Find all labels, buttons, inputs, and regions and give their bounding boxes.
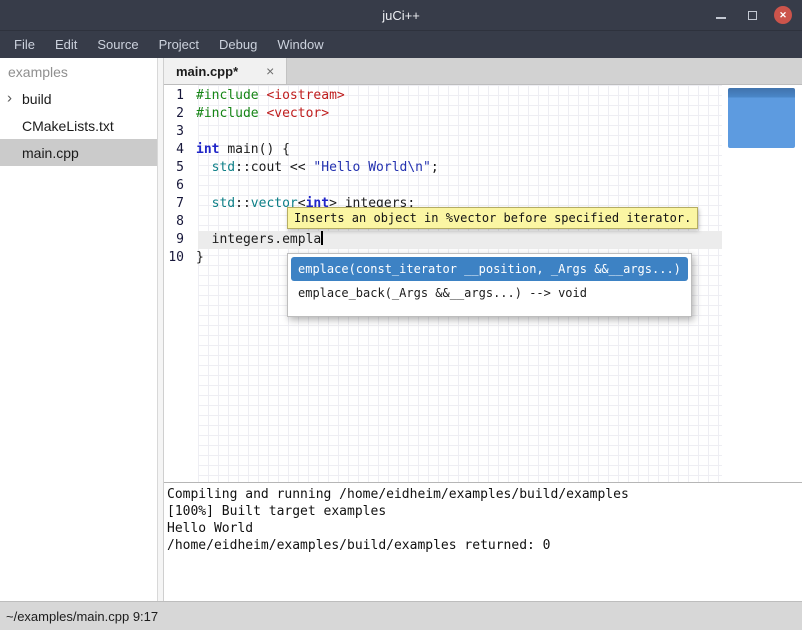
code-token: integers.empla: [196, 232, 321, 247]
menu-project[interactable]: Project: [149, 31, 209, 58]
line-number: 5: [164, 159, 191, 177]
file-tree-panel: examples › build CMakeLists.txt main.cpp: [0, 58, 157, 601]
code-text: [191, 177, 196, 195]
code-token: }: [196, 250, 204, 265]
code-token: [196, 196, 212, 211]
code-token: int: [196, 142, 219, 157]
code-token: cout: [251, 160, 282, 175]
text-cursor: [321, 231, 323, 245]
window-controls: ✕: [712, 0, 792, 30]
code-token: () {: [259, 142, 290, 157]
menu-window[interactable]: Window: [267, 31, 333, 58]
line-number: 8: [164, 213, 191, 231]
doc-tooltip: Inserts an object in %vector before spec…: [287, 207, 698, 229]
code-line[interactable]: 3: [164, 123, 802, 141]
completion-item[interactable]: emplace(const_iterator __position, _Args…: [291, 257, 688, 281]
tabbar: main.cpp* ×: [164, 58, 802, 85]
editor-scrollbar-thumb[interactable]: [728, 88, 795, 148]
line-number: 10: [164, 249, 191, 267]
code-text: std::cout << "Hello World\n";: [191, 159, 439, 177]
code-token: <<: [282, 160, 313, 175]
code-token: ::: [235, 160, 251, 175]
terminal-line: /home/eidheim/examples/build/examples re…: [167, 537, 802, 554]
code-line[interactable]: 4 int main() {: [164, 141, 802, 159]
line-number: 1: [164, 87, 191, 105]
pane-splitter[interactable]: [157, 58, 164, 601]
minimize-button[interactable]: [712, 6, 730, 24]
tree-item-cmakelists[interactable]: CMakeLists.txt: [0, 112, 157, 139]
menubar: File Edit Source Project Debug Window: [0, 30, 802, 58]
menu-debug[interactable]: Debug: [209, 31, 267, 58]
tree-item-main-cpp[interactable]: main.cpp: [0, 139, 157, 166]
code-text: int main() {: [191, 141, 290, 159]
code-line[interactable]: 2 #include <vector>: [164, 105, 802, 123]
code-token: std: [212, 160, 235, 175]
project-folder-label: examples: [0, 58, 157, 85]
tree-item-label: main.cpp: [22, 145, 79, 161]
menu-edit[interactable]: Edit: [45, 31, 87, 58]
menu-source[interactable]: Source: [87, 31, 148, 58]
line-number: 4: [164, 141, 191, 159]
close-icon: ✕: [779, 11, 787, 20]
code-line[interactable]: 5 std::cout << "Hello World\n";: [164, 159, 802, 177]
code-token: #include: [196, 106, 266, 121]
line-number: 3: [164, 123, 191, 141]
tree-item-label: build: [22, 91, 52, 107]
tree-item-build[interactable]: › build: [0, 85, 157, 112]
code-token: std: [212, 196, 235, 211]
code-lines: 1 #include <iostream> 2 #include <vector…: [164, 87, 802, 267]
titlebar: juCi++ ✕: [0, 0, 802, 30]
code-token: <vector>: [266, 106, 329, 121]
code-token: <iostream>: [266, 88, 344, 103]
completion-popup: emplace(const_iterator __position, _Args…: [287, 253, 692, 317]
code-line[interactable]: 1 #include <iostream>: [164, 87, 802, 105]
code-token: [196, 160, 212, 175]
code-line[interactable]: 6: [164, 177, 802, 195]
code-line[interactable]: 9 integers.empla: [164, 231, 802, 249]
tab-close-icon[interactable]: ×: [266, 64, 274, 78]
code-token: main: [227, 142, 258, 157]
code-token: ;: [431, 160, 439, 175]
window-title: juCi++: [382, 8, 420, 23]
code-text: integers.empla: [191, 231, 323, 249]
terminal-line: Hello World: [167, 520, 802, 537]
maximize-button[interactable]: [743, 6, 761, 24]
build-terminal[interactable]: Compiling and running /home/eidheim/exam…: [164, 484, 802, 601]
code-token: "Hello World\n": [313, 160, 430, 175]
completion-item[interactable]: emplace_back(_Args &&__args...) --> void: [291, 281, 688, 305]
close-button[interactable]: ✕: [774, 6, 792, 24]
code-text: [191, 123, 196, 141]
terminal-line: [100%] Built target examples: [167, 503, 802, 520]
chevron-right-icon[interactable]: ›: [7, 89, 12, 106]
tab-label: main.cpp*: [176, 64, 238, 79]
code-token: ::: [235, 196, 251, 211]
terminal-line: Compiling and running /home/eidheim/exam…: [167, 486, 802, 503]
minimize-icon: [716, 17, 726, 19]
line-number: 2: [164, 105, 191, 123]
code-text: [191, 213, 196, 231]
line-number: 6: [164, 177, 191, 195]
line-number: 9: [164, 231, 191, 249]
statusbar-text: ~/examples/main.cpp 9:17: [6, 609, 158, 624]
code-text: #include <vector>: [191, 105, 329, 123]
maximize-icon: [748, 11, 757, 20]
code-text: }: [191, 249, 204, 267]
statusbar: ~/examples/main.cpp 9:17: [0, 601, 802, 630]
tab-main-cpp[interactable]: main.cpp* ×: [164, 58, 287, 84]
tree-item-label: CMakeLists.txt: [22, 118, 114, 134]
line-number: 7: [164, 195, 191, 213]
code-text: #include <iostream>: [191, 87, 345, 105]
code-token: #include: [196, 88, 266, 103]
code-editor[interactable]: 1 #include <iostream> 2 #include <vector…: [164, 85, 802, 483]
menu-file[interactable]: File: [4, 31, 45, 58]
